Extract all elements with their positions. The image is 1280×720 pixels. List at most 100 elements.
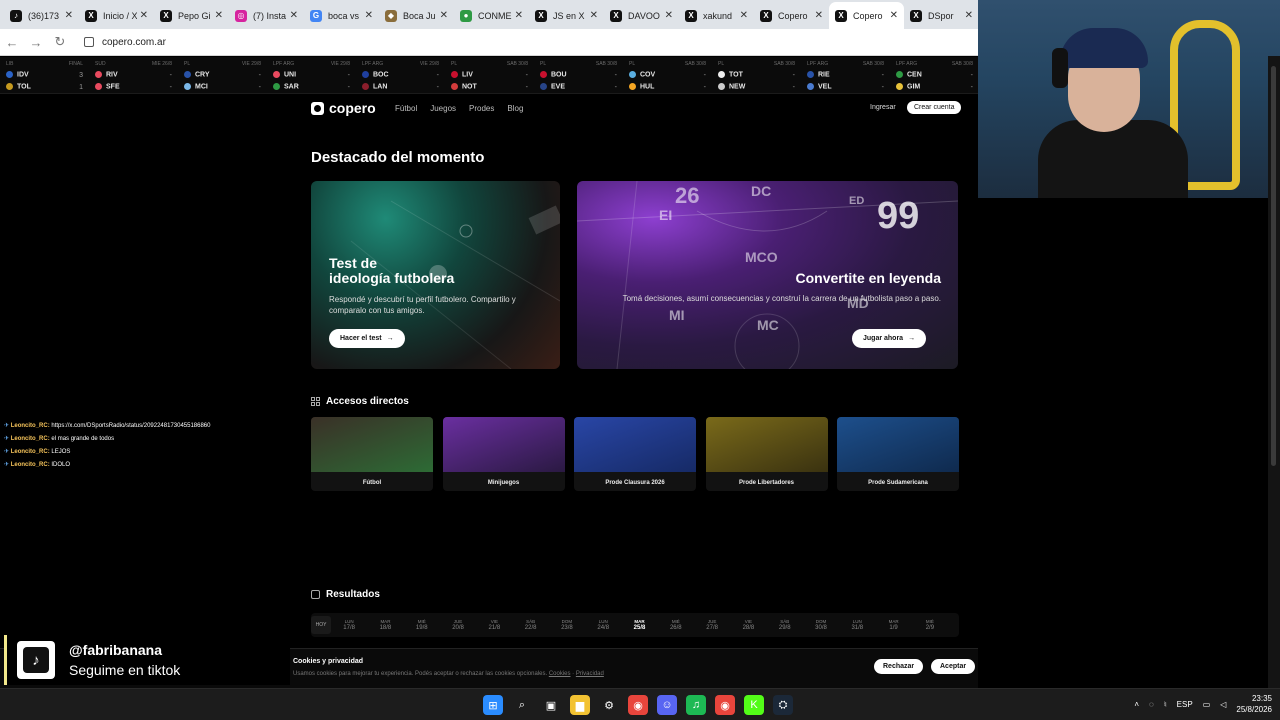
- discord-icon[interactable]: ☺: [657, 695, 677, 715]
- close-tab-icon[interactable]: ✕: [290, 10, 298, 21]
- quick-access-card[interactable]: Prode Libertadores: [705, 417, 828, 491]
- browser-tab[interactable]: X Copero ✕: [829, 2, 904, 29]
- network-icon[interactable]: ◌: [1149, 700, 1154, 709]
- date-tab[interactable]: MIÉ 26/8: [658, 619, 694, 632]
- browser-tab[interactable]: ◆ Boca Ju ✕: [379, 2, 454, 29]
- match-card[interactable]: LPF ARG VIE 29/8 UNI - SAR -: [267, 57, 356, 93]
- kick-icon[interactable]: K: [744, 695, 764, 715]
- date-tab[interactable]: DOM 23/8: [549, 619, 585, 632]
- browser-tab[interactable]: X Copero ✕: [754, 2, 829, 29]
- accept-cookies-button[interactable]: Aceptar: [931, 659, 976, 674]
- chrome-icon[interactable]: ◉: [628, 695, 648, 715]
- date-tab[interactable]: JUE 27/8: [694, 619, 730, 632]
- match-card[interactable]: PL SAB 30/8 BOU - EVE -: [534, 57, 623, 93]
- scrollbar-thumb[interactable]: [1271, 66, 1276, 466]
- take-test-button[interactable]: Hacer el test →: [329, 329, 405, 348]
- browser-tab[interactable]: X Pepo Gi ✕: [154, 2, 229, 29]
- spotify-icon[interactable]: ♫: [686, 695, 706, 715]
- quick-access-card[interactable]: Prode Sudamericana: [837, 417, 959, 491]
- match-card[interactable]: PL SAB 30/8 TOT - NEW -: [712, 57, 801, 93]
- match-card[interactable]: PL SAB 30/8 COV - HUL -: [623, 57, 712, 93]
- site-logo[interactable]: copero: [311, 100, 376, 116]
- url-text[interactable]: copero.com.ar: [102, 37, 166, 48]
- date-tab[interactable]: LUN 24/8: [585, 619, 621, 632]
- close-tab-icon[interactable]: ✕: [965, 10, 973, 21]
- close-tab-icon[interactable]: ✕: [365, 10, 373, 21]
- match-card[interactable]: LIB FINAL IDV 3 TOL 1: [0, 57, 89, 93]
- forward-icon[interactable]: →: [24, 35, 48, 50]
- date-tab[interactable]: JUE 20/8: [440, 619, 476, 632]
- page-scrollbar[interactable]: [1268, 56, 1280, 688]
- match-card[interactable]: PL SAB 30/8 LIV - NOT -: [445, 57, 534, 93]
- settings-icon[interactable]: ⚙: [599, 695, 619, 715]
- microphone-icon[interactable]: ♮: [1164, 700, 1167, 709]
- date-tab[interactable]: LUN 17/8: [331, 619, 367, 632]
- browser-tab[interactable]: Xxakund ✕: [679, 2, 754, 29]
- date-tab[interactable]: SÁB 29/8: [767, 619, 803, 632]
- browser-tab[interactable]: ♪ (36)173 ✕: [4, 2, 79, 29]
- date-tab[interactable]: VIE 21/8: [476, 619, 512, 632]
- signup-button[interactable]: Crear cuenta: [907, 101, 962, 114]
- date-tab[interactable]: VIE 28/8: [730, 619, 766, 632]
- date-tab[interactable]: MAR 18/8: [367, 619, 403, 632]
- close-tab-icon[interactable]: ✕: [440, 10, 448, 21]
- browser-tab[interactable]: X DSpor ✕: [904, 2, 978, 29]
- site-info-icon[interactable]: [84, 37, 94, 47]
- close-tab-icon[interactable]: ✕: [590, 10, 598, 21]
- browser-tab[interactable]: ● CONME ✕: [454, 2, 529, 29]
- play-now-button[interactable]: Jugar ahora →: [852, 329, 927, 348]
- nav-item-blog[interactable]: Blog: [507, 104, 523, 113]
- windows-start-icon[interactable]: ⊞: [483, 695, 503, 715]
- quick-access-card[interactable]: Prode Clausura 2026: [574, 417, 696, 491]
- legend-career-card[interactable]: DC EI ED MCO MI MD MC 26 99 Convertite e…: [577, 181, 958, 369]
- ideology-test-card[interactable]: Test de ideología futbolera Respondé y de…: [311, 181, 560, 369]
- close-tab-icon[interactable]: ✕: [890, 10, 898, 21]
- match-card[interactable]: LPF ARG SAB 30/8 CEN - GIM -: [890, 57, 978, 93]
- file-explorer-icon[interactable]: ▆: [570, 695, 590, 715]
- close-tab-icon[interactable]: ✕: [815, 10, 823, 21]
- browser-tab[interactable]: X DAVOO ✕: [604, 2, 679, 29]
- match-card[interactable]: LPF ARG VIE 29/8 BOC - LAN -: [356, 57, 445, 93]
- reload-icon[interactable]: ↻: [48, 34, 72, 50]
- quick-access-card[interactable]: Fútbol: [311, 417, 433, 491]
- close-tab-icon[interactable]: ✕: [665, 10, 673, 21]
- chrome-profile-icon[interactable]: ◉: [715, 695, 735, 715]
- browser-tab[interactable]: ◎ (7) Insta ✕: [229, 2, 304, 29]
- browser-tab[interactable]: X JS en X ✕: [529, 2, 604, 29]
- date-tab[interactable]: MIÉ 2/9: [912, 619, 948, 632]
- browser-tab[interactable]: X Inicio / X ✕: [79, 2, 154, 29]
- cookies-link[interactable]: Cookies: [549, 671, 571, 677]
- language-indicator[interactable]: ESP: [1177, 700, 1193, 709]
- match-card[interactable]: LPF ARG SAB 30/8 RIE - VEL -: [801, 57, 890, 93]
- privacy-link[interactable]: Privacidad: [576, 671, 604, 677]
- match-card[interactable]: PL VIE 29/8 CRY - MCI -: [178, 57, 267, 93]
- search-icon[interactable]: ⌕: [512, 695, 532, 715]
- task-view-icon[interactable]: ▣: [541, 695, 561, 715]
- close-tab-icon[interactable]: ✕: [515, 10, 523, 21]
- clock[interactable]: 23:35 25/8/2026: [1236, 693, 1272, 715]
- date-tab[interactable]: DOM 30/8: [803, 619, 839, 632]
- date-tab[interactable]: MIÉ 19/8: [404, 619, 440, 632]
- close-tab-icon[interactable]: ✕: [65, 10, 73, 21]
- close-tab-icon[interactable]: ✕: [215, 10, 223, 21]
- quick-access-card[interactable]: Minijuegos: [442, 417, 565, 491]
- browser-tab[interactable]: Gboca vs ✕: [304, 2, 379, 29]
- today-button[interactable]: HOY: [311, 616, 331, 634]
- reject-cookies-button[interactable]: Rechazar: [874, 659, 924, 674]
- login-link[interactable]: Ingresar: [870, 104, 896, 111]
- match-card[interactable]: SUD MIE 26/8 RIV - SFE -: [89, 57, 178, 93]
- nav-item-juegos[interactable]: Juegos: [430, 104, 456, 113]
- back-icon[interactable]: ←: [0, 35, 24, 50]
- url-field[interactable]: copero.com.ar: [84, 37, 166, 48]
- close-tab-icon[interactable]: ✕: [140, 10, 148, 21]
- date-tab[interactable]: MAR 1/9: [875, 619, 911, 632]
- steam-icon[interactable]: ⛭: [773, 695, 793, 715]
- date-tab[interactable]: MAR 25/8: [621, 619, 657, 632]
- date-tab[interactable]: SÁB 22/8: [512, 619, 548, 632]
- close-tab-icon[interactable]: ✕: [740, 10, 748, 21]
- volume-icon[interactable]: ◁: [1220, 700, 1226, 709]
- display-icon[interactable]: ▭: [1203, 700, 1211, 709]
- date-tab[interactable]: LUN 31/8: [839, 619, 875, 632]
- nav-item-futbol[interactable]: Fútbol: [395, 104, 417, 113]
- chevron-up-icon[interactable]: ˄: [1134, 700, 1139, 709]
